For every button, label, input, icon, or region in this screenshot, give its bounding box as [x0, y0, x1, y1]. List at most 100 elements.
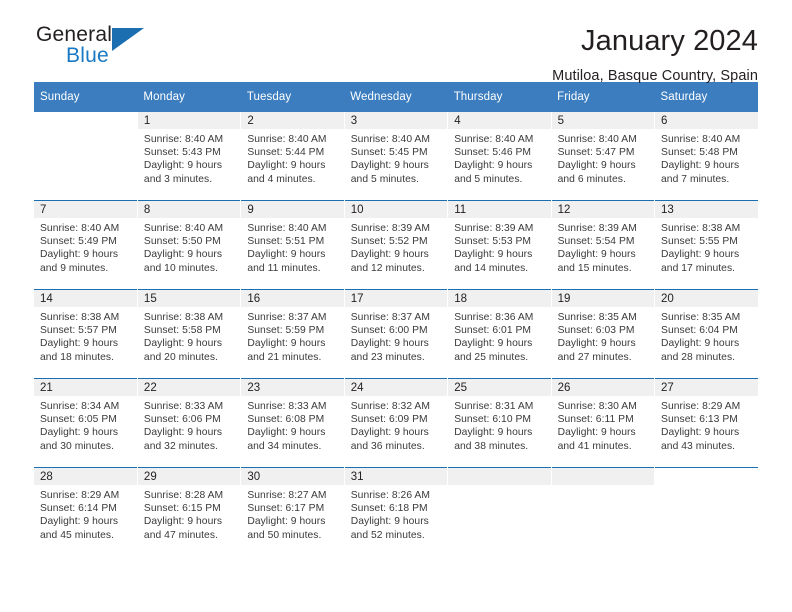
sunset-text: Sunset: 6:05 PM — [40, 414, 117, 426]
calendar-head: Sunday Monday Tuesday Wednesday Thursday… — [34, 82, 758, 112]
daylight-text-line1: Daylight: 9 hours — [350, 160, 429, 172]
sunrise-text: Sunrise: 8:40 AM — [40, 223, 120, 234]
calendar-day-cell: 31 Sunrise: 8:26 AM Sunset: 6:18 PM Dayligh… — [344, 467, 449, 556]
calendar-day-cell: 17 Sunrise: 8:37 AM Sunset: 6:00 PM Dayligh… — [344, 289, 449, 379]
day-cell[interactable]: 29 Sunrise: 8:28 AM Sunset: 6:15 PM Dayligh… — [137, 468, 241, 556]
sunset-text: Sunset: 6:14 PM — [40, 503, 117, 515]
day-cell[interactable]: 8 Sunrise: 8:40 AM Sunset: 5:50 PM Daylight… — [137, 201, 241, 289]
day-number: 17 — [344, 290, 448, 307]
day-cell[interactable]: 26 Sunrise: 8:30 AM Sunset: 6:11 PM Dayligh… — [551, 379, 655, 467]
sunrise-text: Sunrise: 8:39 AM — [350, 223, 430, 234]
daylight-text-line1: Daylight: 9 hours — [661, 160, 740, 172]
calendar-day-cell: 4 Sunrise: 8:40 AM Sunset: 5:46 PM Daylight… — [447, 112, 552, 201]
day-details: Sunrise: 8:31 AM Sunset: 6:10 PM Daylight:… — [448, 396, 550, 453]
sunrise-text: Sunrise: 8:38 AM — [661, 223, 741, 234]
daylight-text-line2: and 30 minutes. — [40, 440, 115, 452]
daylight-text-line1: Daylight: 9 hours — [40, 338, 119, 350]
day-cell[interactable]: 20 Sunrise: 8:35 AM Sunset: 6:04 PM Dayligh… — [655, 290, 758, 378]
sunrise-text: Sunrise: 8:27 AM — [247, 490, 327, 501]
day-number: 21 — [34, 379, 137, 396]
day-cell[interactable] — [448, 468, 551, 556]
day-cell[interactable]: 5 Sunrise: 8:40 AM Sunset: 5:47 PM Daylight… — [551, 112, 655, 200]
day-cell[interactable]: 15 Sunrise: 8:38 AM Sunset: 5:58 PM Dayligh… — [137, 290, 241, 378]
day-number: 2 — [241, 112, 344, 129]
brand-logo[interactable]: General Blue — [34, 24, 164, 76]
daylight-text-line2: and 4 minutes. — [247, 173, 316, 185]
sunset-text: Sunset: 5:43 PM — [143, 147, 221, 159]
calendar-page: General Blue January 2024 Mutiloa, Basqu… — [0, 0, 792, 612]
calendar-day-cell: 29 Sunrise: 8:28 AM Sunset: 6:15 PM Dayligh… — [137, 467, 242, 556]
day-details: Sunrise: 8:30 AM Sunset: 6:11 PM Daylight:… — [552, 396, 654, 453]
weekday-header-thursday: Thursday — [447, 82, 552, 112]
day-cell[interactable]: 27 Sunrise: 8:29 AM Sunset: 6:13 PM Dayligh… — [655, 379, 758, 467]
day-cell[interactable]: 2 Sunrise: 8:40 AM Sunset: 5:44 PM Daylight… — [241, 112, 344, 200]
day-cell[interactable]: 23 Sunrise: 8:33 AM Sunset: 6:08 PM Dayligh… — [241, 379, 344, 467]
day-cell[interactable]: 28 Sunrise: 8:29 AM Sunset: 6:14 PM Dayligh… — [34, 468, 137, 556]
day-cell[interactable]: 18 Sunrise: 8:36 AM Sunset: 6:01 PM Dayligh… — [448, 290, 551, 378]
day-cell[interactable]: 11 Sunrise: 8:39 AM Sunset: 5:53 PM Dayligh… — [448, 201, 551, 289]
calendar-day-cell: 9 Sunrise: 8:40 AM Sunset: 5:51 PM Daylight… — [240, 200, 345, 290]
day-cell[interactable]: 19 Sunrise: 8:35 AM Sunset: 6:03 PM Dayligh… — [551, 290, 655, 378]
daylight-text-line1: Daylight: 9 hours — [557, 427, 636, 439]
day-cell[interactable]: 9 Sunrise: 8:40 AM Sunset: 5:51 PM Daylight… — [241, 201, 344, 289]
sunset-text: Sunset: 6:03 PM — [557, 325, 635, 337]
calendar-day-cell: 15 Sunrise: 8:38 AM Sunset: 5:58 PM Dayligh… — [137, 289, 242, 379]
day-details: Sunrise: 8:37 AM Sunset: 6:00 PM Daylight:… — [345, 307, 447, 364]
day-cell-empty — [655, 468, 758, 556]
day-number: 15 — [137, 290, 241, 307]
sunrise-text: Sunrise: 8:36 AM — [454, 312, 534, 323]
daylight-text-line2: and 50 minutes. — [247, 529, 322, 541]
daylight-text-line1: Daylight: 9 hours — [350, 516, 429, 528]
sunrise-text: Sunrise: 8:40 AM — [143, 134, 224, 145]
daylight-text-line1: Daylight: 9 hours — [454, 249, 533, 261]
day-number: 22 — [137, 379, 241, 396]
day-number: 6 — [655, 112, 758, 129]
day-cell[interactable]: 30 Sunrise: 8:27 AM Sunset: 6:17 PM Dayligh… — [241, 468, 344, 556]
day-cell[interactable]: 7 Sunrise: 8:40 AM Sunset: 5:49 PM Daylight… — [34, 201, 137, 289]
day-cell[interactable]: 24 Sunrise: 8:32 AM Sunset: 6:09 PM Dayligh… — [344, 379, 448, 467]
daylight-text-line1: Daylight: 9 hours — [350, 427, 429, 439]
day-cell[interactable] — [551, 468, 655, 556]
day-details: Sunrise: 8:39 AM Sunset: 5:54 PM Daylight:… — [552, 218, 654, 275]
sunset-text: Sunset: 5:45 PM — [350, 147, 428, 159]
daylight-text-line2: and 9 minutes. — [40, 262, 109, 274]
day-cell[interactable]: 17 Sunrise: 8:37 AM Sunset: 6:00 PM Dayligh… — [344, 290, 448, 378]
sunset-text: Sunset: 5:48 PM — [661, 147, 738, 159]
sunrise-text: Sunrise: 8:40 AM — [350, 134, 430, 145]
day-cell[interactable]: 13 Sunrise: 8:38 AM Sunset: 5:55 PM Dayligh… — [655, 201, 758, 289]
day-cell[interactable]: 25 Sunrise: 8:31 AM Sunset: 6:10 PM Dayligh… — [448, 379, 551, 467]
day-cell[interactable]: 31 Sunrise: 8:26 AM Sunset: 6:18 PM Dayligh… — [344, 468, 448, 556]
calendar-day-cell: 16 Sunrise: 8:37 AM Sunset: 5:59 PM Dayligh… — [240, 289, 345, 379]
day-cell[interactable]: 14 Sunrise: 8:38 AM Sunset: 5:57 PM Dayligh… — [34, 290, 137, 378]
daylight-text-line2: and 27 minutes. — [557, 351, 632, 363]
day-cell[interactable]: 3 Sunrise: 8:40 AM Sunset: 5:45 PM Daylight… — [344, 112, 448, 200]
daylight-text-line2: and 41 minutes. — [557, 440, 632, 452]
sunrise-text: Sunrise: 8:40 AM — [247, 223, 327, 234]
sunrise-text: Sunrise: 8:40 AM — [454, 134, 534, 145]
sunrise-text: Sunrise: 8:38 AM — [143, 312, 224, 323]
day-cell[interactable]: 6 Sunrise: 8:40 AM Sunset: 5:48 PM Daylight… — [655, 112, 758, 200]
day-cell[interactable]: 4 Sunrise: 8:40 AM Sunset: 5:46 PM Daylight… — [448, 112, 551, 200]
sunset-text: Sunset: 6:15 PM — [143, 503, 221, 515]
calendar-day-cell — [551, 467, 656, 556]
day-details: Sunrise: 8:29 AM Sunset: 6:14 PM Daylight:… — [34, 485, 137, 542]
day-cell[interactable]: 22 Sunrise: 8:33 AM Sunset: 6:06 PM Dayligh… — [137, 379, 241, 467]
day-cell[interactable]: 21 Sunrise: 8:34 AM Sunset: 6:05 PM Dayligh… — [34, 379, 137, 467]
day-cell[interactable]: 16 Sunrise: 8:37 AM Sunset: 5:59 PM Dayligh… — [241, 290, 344, 378]
sunrise-text: Sunrise: 8:29 AM — [661, 401, 741, 412]
day-details: Sunrise: 8:27 AM Sunset: 6:17 PM Daylight:… — [241, 485, 343, 542]
day-number: 28 — [34, 468, 137, 485]
sunrise-text: Sunrise: 8:26 AM — [350, 490, 430, 501]
day-details: Sunrise: 8:33 AM Sunset: 6:08 PM Daylight:… — [241, 396, 343, 453]
day-cell[interactable]: 12 Sunrise: 8:39 AM Sunset: 5:54 PM Dayligh… — [551, 201, 655, 289]
day-cell[interactable]: 1 Sunrise: 8:40 AM Sunset: 5:43 PM Daylight… — [137, 112, 241, 200]
day-details: Sunrise: 8:34 AM Sunset: 6:05 PM Daylight:… — [34, 396, 137, 453]
daylight-text-line1: Daylight: 9 hours — [350, 249, 429, 261]
day-cell[interactable]: 10 Sunrise: 8:39 AM Sunset: 5:52 PM Dayligh… — [344, 201, 448, 289]
day-number: 19 — [551, 290, 655, 307]
day-number: 3 — [344, 112, 448, 129]
calendar-day-cell: 27 Sunrise: 8:29 AM Sunset: 6:13 PM Dayligh… — [654, 378, 758, 468]
day-number: 27 — [655, 379, 758, 396]
sunrise-text: Sunrise: 8:37 AM — [350, 312, 430, 323]
day-number: 1 — [137, 112, 241, 129]
